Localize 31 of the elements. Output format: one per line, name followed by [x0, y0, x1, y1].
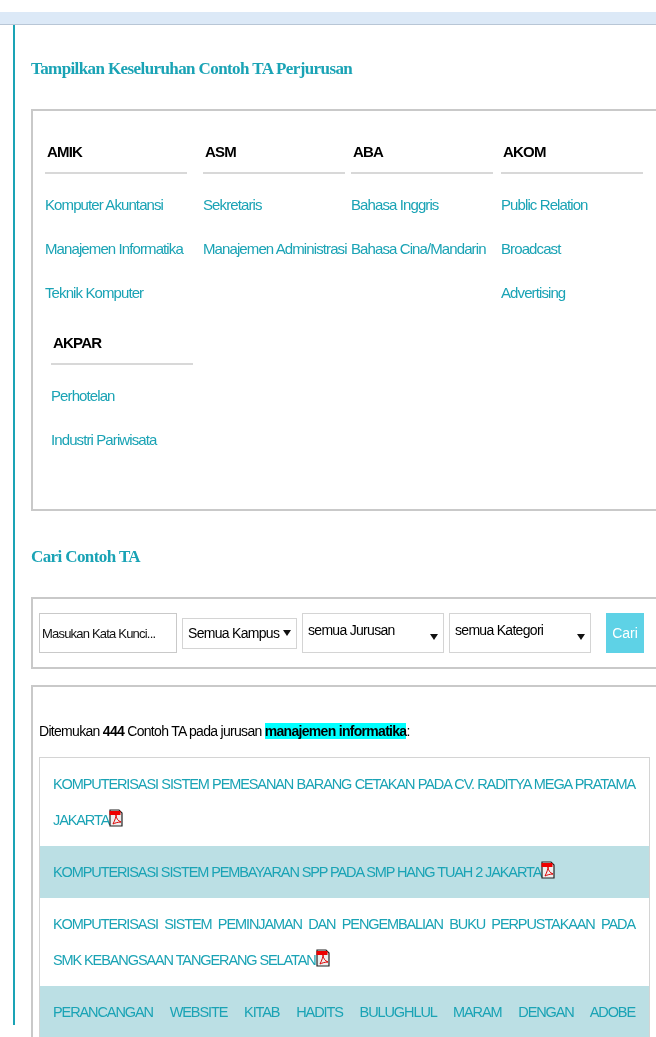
caret-icon: [283, 630, 291, 636]
dropdown[interactable]: semua Kategori: [449, 613, 591, 653]
pdf-file-icon[interactable]: [109, 809, 124, 827]
campus-heading: AKOM: [501, 133, 643, 174]
caret-icon: [577, 634, 585, 640]
major-link[interactable]: Public Relation: [501, 194, 651, 216]
section-heading: Tampilkan Keseluruhan Contoh TA Perjurusan: [31, 59, 354, 79]
caret-icon: [430, 634, 438, 640]
major-link[interactable]: Komputer Akuntansi: [45, 194, 203, 216]
pdf-file-icon[interactable]: [541, 861, 556, 879]
major-link[interactable]: Teknik Komputer: [45, 282, 203, 304]
major-link[interactable]: Sekretaris: [203, 194, 351, 216]
major-link[interactable]: Bahasa Cina/Mandarin: [351, 238, 501, 260]
major-link[interactable]: Manajemen Administrasi: [203, 238, 351, 260]
keyword-field[interactable]: Masukan Kata Kunci...: [39, 613, 177, 653]
result-link[interactable]: KOMPUTERISASI SISTEM PEMINJAMAN DAN PENGEMBALIAN BUKU PERPUSTAKAAN PADA SMK KEBANGSAAN TANGERANG SELATAN: [53, 906, 635, 978]
dropdown[interactable]: Semua Kampus: [182, 617, 297, 649]
dropdown[interactable]: semua Jurusan: [302, 613, 444, 653]
campus-heading: ASM: [203, 133, 345, 174]
major-link[interactable]: Manajemen Informatika: [45, 238, 203, 260]
pdf-file-icon[interactable]: [315, 949, 330, 967]
section-heading: Cari Contoh TA: [31, 547, 142, 567]
search-button[interactable]: Cari: [606, 613, 644, 653]
major-link[interactable]: Broadcast: [501, 238, 651, 260]
campus-heading: AKPAR: [51, 324, 193, 365]
campus-heading: ABA: [351, 133, 493, 174]
campus-heading: AMIK: [45, 133, 187, 174]
major-link[interactable]: Industri Pariwisata: [51, 429, 203, 451]
major-link[interactable]: Bahasa Inggris: [351, 194, 501, 216]
major-link[interactable]: Advertising: [501, 282, 651, 304]
major-link[interactable]: Perhotelan: [51, 385, 203, 407]
